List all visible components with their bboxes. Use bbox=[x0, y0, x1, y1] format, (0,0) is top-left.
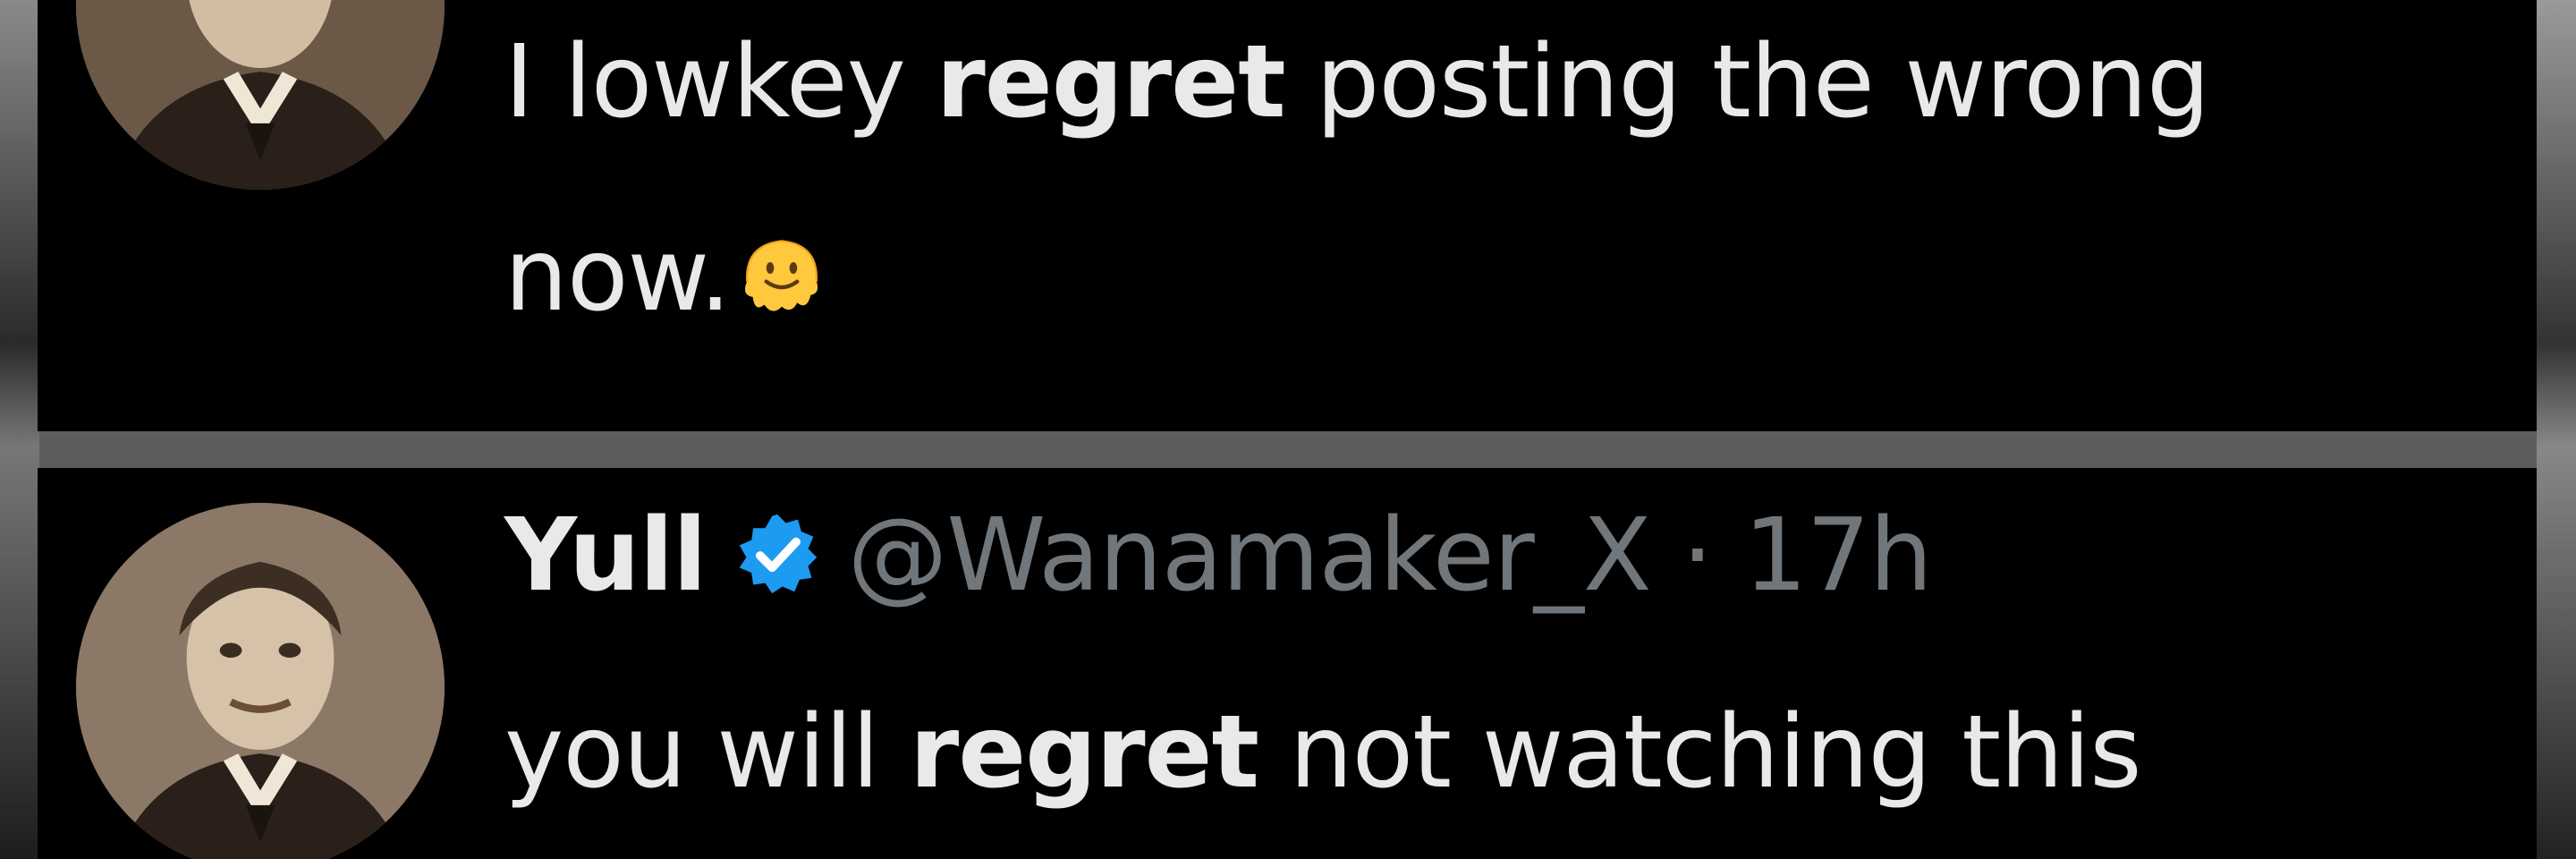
post-card-bottom: Yull @Wanamaker_X · 17h you will regret … bbox=[38, 468, 2540, 859]
screenshot-page: I lowkey regret posting the wrong now. Y… bbox=[0, 0, 2576, 859]
post-card-top: I lowkey regret posting the wrong now. bbox=[38, 0, 2540, 431]
post-text-line-1: I lowkey regret posting the wrong bbox=[504, 32, 2210, 132]
post-text-line-2: now. bbox=[504, 225, 830, 326]
avatar-portrait-icon bbox=[76, 503, 445, 859]
post-header: Yull @Wanamaker_X · 17h bbox=[504, 506, 1933, 606]
display-name[interactable]: Yull bbox=[504, 498, 707, 614]
avatar[interactable] bbox=[76, 503, 445, 859]
post-text-bold-keyword: regret bbox=[936, 24, 1286, 140]
post-text-segment: not watching this bbox=[1258, 694, 2142, 811]
post-timestamp[interactable]: 17h bbox=[1743, 498, 1932, 614]
post-text-bold-keyword: regret bbox=[909, 694, 1259, 811]
avatar[interactable] bbox=[76, 0, 445, 190]
verified-badge-icon[interactable] bbox=[734, 511, 820, 597]
user-handle[interactable]: @Wanamaker_X bbox=[847, 498, 1651, 614]
post-text-segment: posting the wrong bbox=[1284, 24, 2210, 140]
melting-face-emoji-icon bbox=[733, 225, 830, 322]
post-text-line-1: you will regret not watching this bbox=[504, 702, 2142, 803]
post-text-segment: I lowkey bbox=[504, 24, 936, 140]
post-text-segment: now. bbox=[504, 217, 731, 334]
avatar-portrait-icon bbox=[76, 0, 445, 190]
separator-dot: · bbox=[1650, 498, 1744, 614]
post-text-segment: you will bbox=[504, 694, 910, 811]
